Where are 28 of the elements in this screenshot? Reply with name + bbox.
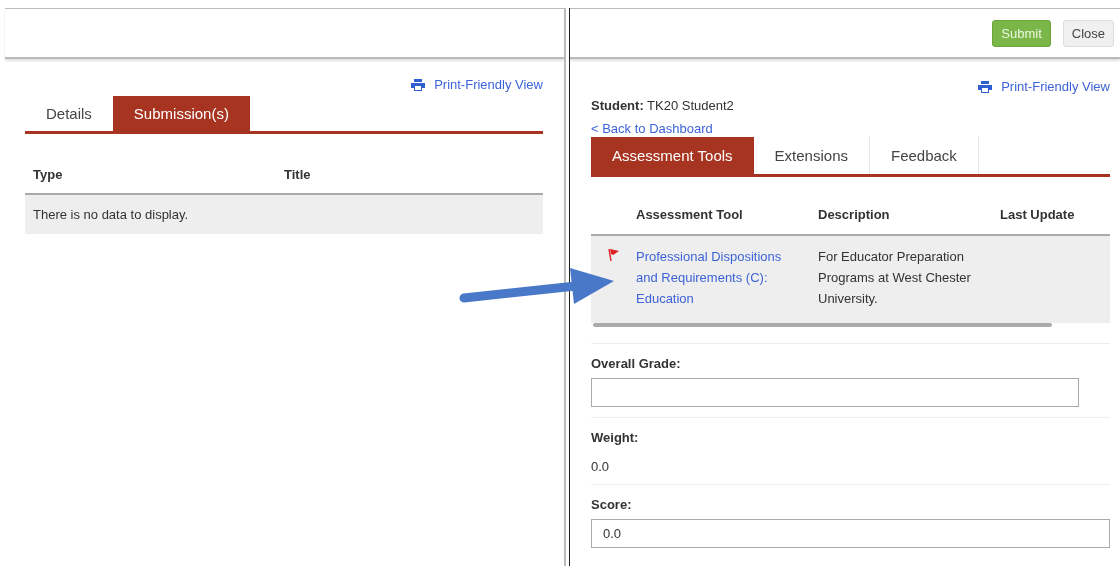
column-header: Assessment Tool [636,207,744,222]
printer-icon [978,80,993,93]
tab[interactable]: Details [25,96,113,131]
input-field[interactable]: 0.0 [591,519,1110,548]
input-field[interactable] [591,378,1079,407]
field-label: Score: [591,497,633,512]
table-cell-text: For Educator Preparation Programs at West Chester University. [818,248,972,308]
field-value: 0.0 [591,459,611,474]
tab[interactable]: Feedback [870,137,979,174]
student-label: Student: [591,98,644,113]
tab[interactable]: Extensions [753,137,870,174]
column-header: Type [33,167,64,182]
column-header: Description [818,207,891,222]
print-link[interactable]: Print-Friendly View [411,77,543,92]
tab[interactable]: Submission(s) [112,96,250,131]
scrollbar[interactable] [593,323,1052,327]
tab[interactable]: Assessment Tools [591,137,754,174]
assessment-tool-link[interactable]: Professional Dispositions and Requirements (C): Education [636,246,796,309]
field-label: Overall Grade: [591,356,682,371]
column-header: Title [284,167,312,182]
close-button[interactable]: Close [1062,19,1114,47]
print-link[interactable]: Print-Friendly View [978,79,1110,94]
column-header: Last Update [1000,207,1076,222]
printer-icon [411,78,426,91]
student-name: TK20 Student2 [647,98,734,113]
field-label: Weight: [591,430,640,445]
empty-message: There is no data to display. [33,207,189,222]
back-link[interactable]: < Back to Dashboard [591,121,1110,136]
